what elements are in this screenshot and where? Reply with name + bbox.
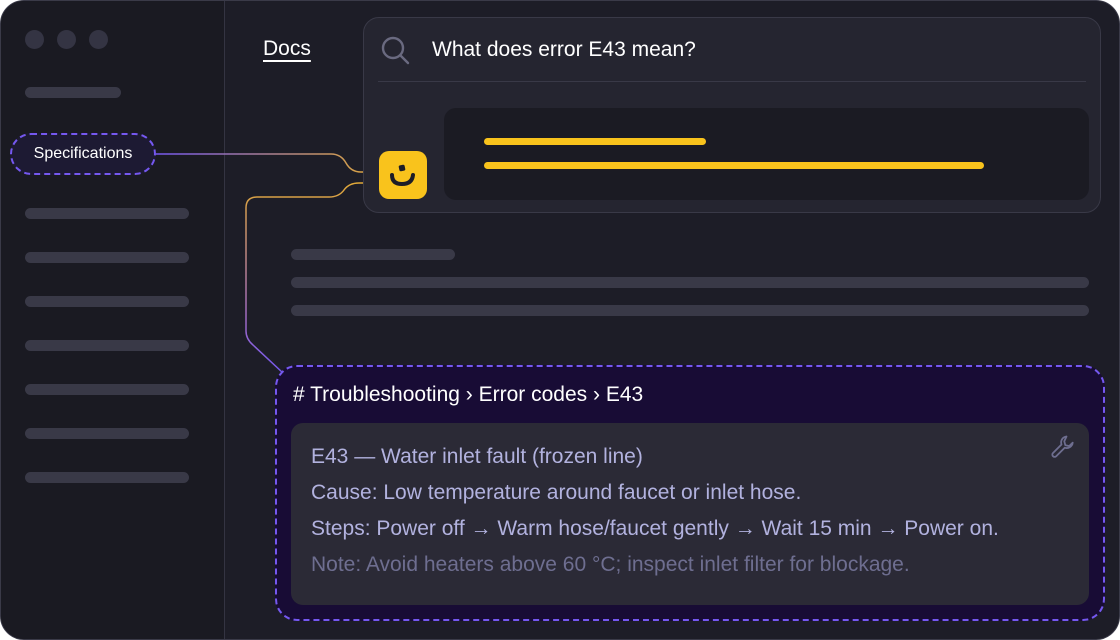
search-icon[interactable] <box>380 35 410 65</box>
sidebar-item-label: Specifications <box>33 145 133 162</box>
assistant-icon[interactable] <box>379 151 427 199</box>
search-divider <box>378 81 1086 82</box>
wrench-icon[interactable] <box>1049 433 1077 461</box>
result-steps: Steps: Power off → Warm hose/faucet gent… <box>311 517 999 540</box>
connector-specifications <box>156 153 379 173</box>
answer-line-placeholder <box>484 162 984 169</box>
answer-card <box>444 108 1089 200</box>
sidebar-item-specifications[interactable]: Specifications <box>10 133 156 175</box>
result-snippet[interactable]: # Troubleshooting › Error codes › E43 E4… <box>275 365 1105 621</box>
search-panel: What does error E43 mean? <box>363 17 1101 213</box>
docs-link[interactable]: Docs <box>263 37 311 61</box>
content-line-placeholder <box>291 249 455 260</box>
smile-icon <box>390 164 415 187</box>
content-line-placeholder <box>291 277 1089 288</box>
result-cause: Cause: Low temperature around faucet or … <box>311 481 802 504</box>
app-window: Specifications Docs What does error E43 … <box>0 0 1120 640</box>
result-breadcrumb: # Troubleshooting › Error codes › E43 <box>293 383 644 406</box>
answer-line-placeholder <box>484 138 706 145</box>
search-input[interactable]: What does error E43 mean? <box>432 38 696 62</box>
result-card: E43 — Water inlet fault (frozen line) Ca… <box>291 423 1089 605</box>
result-note: Note: Avoid heaters above 60 °C; inspect… <box>311 553 910 576</box>
content-line-placeholder <box>291 305 1089 316</box>
result-title: E43 — Water inlet fault (frozen line) <box>311 445 643 468</box>
